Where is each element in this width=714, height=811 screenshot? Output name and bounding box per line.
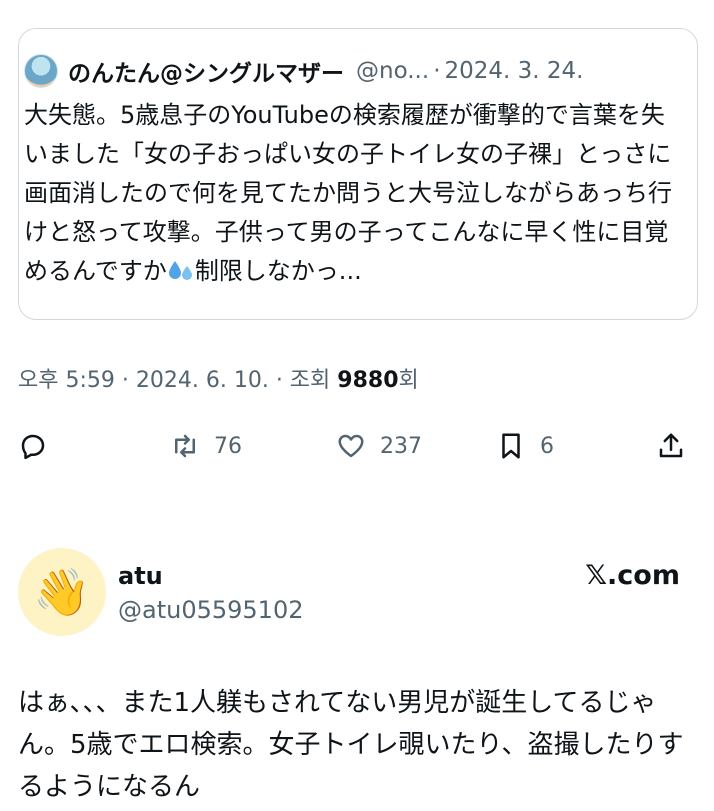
bookmark-button[interactable]: 6 [496,424,554,468]
like-count: 237 [380,433,422,459]
views-suffix: 회 [398,368,419,393]
quoted-author-name[interactable]: のんたん@シングルマザー [68,54,344,88]
quoted-author-avatar[interactable] [24,54,58,88]
tweet-time[interactable]: 오후 5:59 [18,368,115,393]
retweet-button[interactable]: 76 [170,424,242,468]
quoted-tweet-date[interactable]: 2024. 3. 24. [445,58,584,84]
separator-dot: · [433,58,441,84]
tweet-meta: 오후 5:59 · 2024. 6. 10. · 조회 9880회 [18,362,419,394]
quoted-tweet-tail: 制限しなかっ... [194,257,362,285]
x-com-watermark: 𝕏.com [585,560,680,591]
bookmark-count: 6 [540,433,554,459]
heart-icon [338,434,364,458]
reply-tweet-text: はぁ、、、また1人躾もされてない男児が誕生してるじゃん。5歳でエロ検索。女子トイ… [18,688,684,802]
tweet-date-views-label: · 2024. 6. 10. · 조회 [121,368,331,393]
quoted-tweet-header: のんたん@シングルマザー @no... · 2024. 3. 24. [24,54,584,88]
share-button[interactable] [656,424,700,468]
waving-hand-icon: 👋 [33,564,91,619]
reply-author-name[interactable]: atu [118,562,163,590]
bookmark-icon [502,433,520,459]
sweat-droplets-icon [167,255,195,280]
retweet-count: 76 [214,433,242,459]
reply-icon [21,434,45,460]
retweet-icon [175,434,195,458]
tweet-action-bar: 76 237 6 [0,424,714,468]
reply-author-avatar[interactable]: 👋 [18,548,106,636]
quoted-tweet-text: 大失態。5歳息子のYouTubeの検索履歴が衝撃的で言葉を失いました「女の子おっ… [24,96,674,291]
views-count: 9880 [337,368,399,393]
share-icon [659,433,683,458]
like-button[interactable]: 237 [336,424,422,468]
reply-author-handle[interactable]: @atu05595102 [118,596,303,624]
reply-button[interactable] [18,424,62,468]
quoted-author-handle[interactable]: @no... [356,58,429,84]
